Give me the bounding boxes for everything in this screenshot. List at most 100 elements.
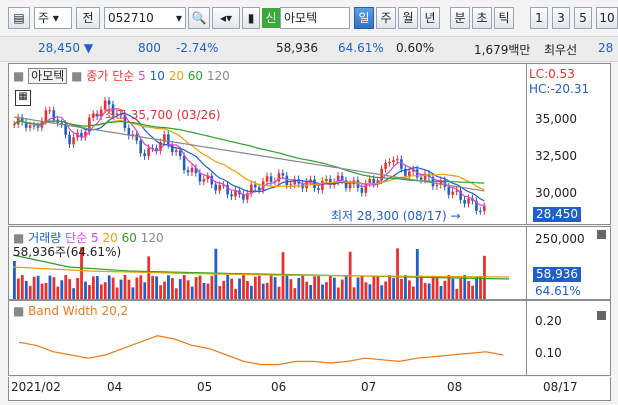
volume-bar <box>293 288 297 299</box>
price-candle <box>388 162 391 164</box>
bandwidth-chart-panel[interactable]: ■ Band Width 20,2 <box>8 300 527 376</box>
price-candle <box>455 190 458 192</box>
volume-bar <box>16 278 20 299</box>
price-candle <box>408 171 411 176</box>
volume-close-icon[interactable] <box>597 230 606 239</box>
volume-bar <box>321 284 324 299</box>
price-candle <box>171 144 174 153</box>
num-1-button[interactable]: 1 <box>530 7 548 29</box>
period-week-button[interactable]: 주 <box>376 7 396 29</box>
volume-bar <box>163 281 166 299</box>
volume-bar <box>253 276 257 299</box>
volume-bar <box>329 275 332 299</box>
volume-bar <box>52 277 56 299</box>
sound-icon[interactable]: ◂▾ <box>212 7 240 29</box>
price-tick-32500: 32,500 <box>535 149 577 163</box>
num-3-button[interactable]: 3 <box>552 7 570 29</box>
ma60-line <box>13 120 485 184</box>
grid-toggle-icon[interactable]: ▦ <box>15 90 31 106</box>
num-5-button[interactable]: 5 <box>574 7 592 29</box>
x-label-05: 05 <box>197 380 213 394</box>
volume-bar <box>423 283 427 299</box>
price-candle <box>139 140 142 154</box>
volume-bar <box>471 285 474 299</box>
volume-bar <box>301 275 305 299</box>
period-second-button[interactable]: 초 <box>472 7 492 29</box>
change-value: 800 <box>138 41 161 55</box>
price-candle <box>135 134 139 141</box>
volume-bar <box>20 275 24 299</box>
volume-bar <box>36 275 40 299</box>
volume-bar <box>155 276 158 299</box>
price-candle <box>447 186 451 195</box>
volume-bar <box>261 283 265 299</box>
volume-bar <box>111 277 115 299</box>
price-candle <box>198 172 202 182</box>
volume-bar <box>190 286 194 299</box>
volume-bar <box>411 286 415 299</box>
period-month-button[interactable]: 월 <box>398 7 418 29</box>
ma5-label: 5 <box>138 69 146 83</box>
price-candle <box>483 206 486 212</box>
bw-tick-020: 0.20 <box>535 314 562 328</box>
price-candle <box>419 177 423 180</box>
price-candle <box>451 191 455 195</box>
volume-bar <box>48 275 52 299</box>
volume-bar <box>95 276 99 299</box>
price-candle <box>253 184 257 188</box>
price-candle <box>479 210 482 212</box>
ma10-label: 10 <box>149 69 165 83</box>
price-candle <box>285 175 289 186</box>
volume-bar <box>107 275 111 299</box>
prefix-button[interactable]: 전 <box>76 7 100 29</box>
volume-bar <box>222 280 226 299</box>
volume-ratio: 64.61% <box>338 41 384 55</box>
num-10-button[interactable]: 10 <box>596 7 618 29</box>
price-candle <box>182 156 186 171</box>
volume-bar <box>372 276 376 299</box>
price-candle <box>230 194 233 197</box>
code-value: 052710 <box>108 11 154 25</box>
price-candle <box>435 184 439 187</box>
volume-bar <box>226 275 230 299</box>
period-minute-button[interactable]: 분 <box>450 7 470 29</box>
volume-bar <box>135 277 139 299</box>
price-candle <box>463 199 466 204</box>
type-select[interactable]: 주 ▾ <box>34 7 72 29</box>
vol-ma60-label: 60 <box>121 231 137 245</box>
volume-bar <box>174 288 178 299</box>
chart-grid-icon[interactable]: ▤ <box>8 7 30 29</box>
volume-bar <box>356 277 360 299</box>
period-tick-button[interactable]: 틱 <box>494 7 514 29</box>
price-candle <box>265 176 269 182</box>
period-day-button[interactable]: 일 <box>354 7 374 29</box>
price-candle <box>214 184 218 191</box>
price-chart-panel[interactable]: ■ 아모텍 ■ 종가 단순 5 10 20 60 120 ▦ ← 최고 35,7… <box>8 63 527 225</box>
more-icon[interactable]: ▮ <box>242 7 260 29</box>
volume-bar <box>76 278 79 299</box>
volume-bar <box>131 287 135 299</box>
volume-bar <box>313 276 316 299</box>
volume-chart-panel[interactable]: ■ 거래량 단순 5 20 60 120 58,936주(64.61%) <box>8 226 527 300</box>
volume-bar <box>178 279 182 299</box>
price-candle <box>107 100 111 105</box>
price-candle <box>72 137 75 145</box>
volume-bar <box>265 282 269 299</box>
x-axis: 2021/02 04 05 06 07 08 08/17 <box>8 377 611 401</box>
period-year-button[interactable]: 년 <box>420 7 440 29</box>
price-candle <box>348 184 352 189</box>
high-annotation: ← 최고 35,700 (03/26) <box>91 108 221 122</box>
bandwidth-close-icon[interactable] <box>597 311 606 320</box>
lc-label: LC:0.53 <box>529 67 575 81</box>
search-icon[interactable]: 🔍 <box>188 7 210 29</box>
volume-bar <box>467 281 471 299</box>
price-candle <box>174 150 178 153</box>
volume-value: 58,936 <box>276 41 318 55</box>
volume-bar <box>439 286 443 299</box>
volume-bar <box>159 285 162 299</box>
volume-bar <box>103 282 107 299</box>
volume-bar <box>455 288 459 299</box>
stock-name-field[interactable]: 아모텍 <box>280 7 350 29</box>
volume-bar <box>151 276 155 299</box>
code-input[interactable]: 052710 ▾ <box>104 7 186 29</box>
